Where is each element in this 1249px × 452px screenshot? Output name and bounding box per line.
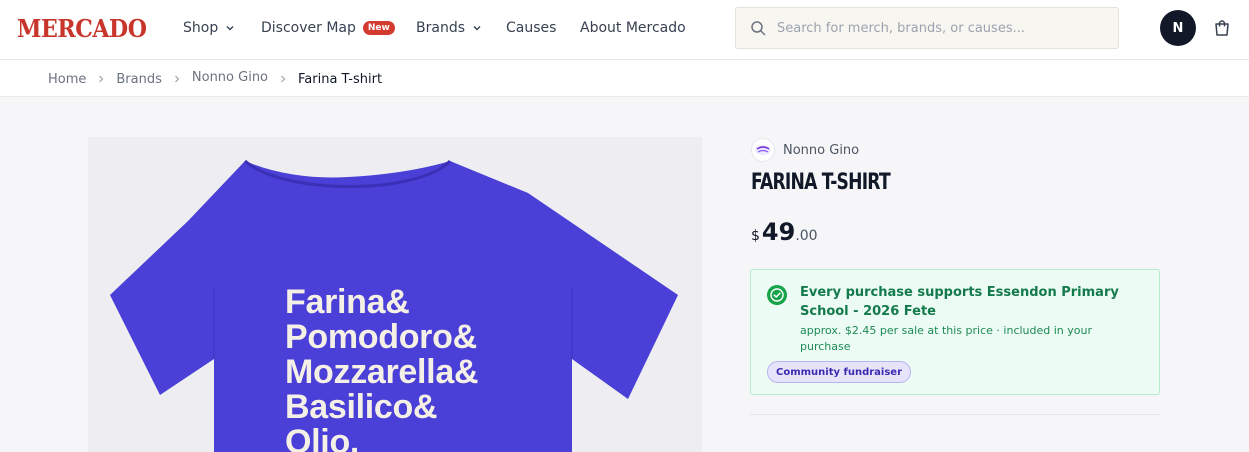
breadcrumb-current: Farina T-shirt xyxy=(298,71,383,87)
support-subtitle: approx. $2.45 per sale at this price · i… xyxy=(800,324,1093,353)
nav-brands-label: Brands xyxy=(416,20,465,36)
price-whole: 49 xyxy=(761,218,796,246)
brand-logo xyxy=(751,138,775,162)
chevron-right-icon xyxy=(174,75,180,83)
cause-support-card: Every purchase supports Essendon Primary… xyxy=(750,269,1160,395)
shirt-print-text: Farina& Pomodoro& Mozzarella& Basilico& … xyxy=(285,283,479,452)
search-box[interactable] xyxy=(735,7,1119,49)
fundraiser-badge: Community fundraiser xyxy=(767,361,912,383)
nav-discover-map-label: Discover Map xyxy=(261,20,356,36)
shirt-line: Pomodoro& xyxy=(285,318,477,356)
product-title: Farina T-shirt xyxy=(751,170,891,195)
nav-shop-label: Shop xyxy=(183,20,219,36)
breadcrumb-brands[interactable]: Brands xyxy=(116,72,162,87)
shirt-line: Farina& xyxy=(285,283,410,321)
product-price: $ 49 .00 xyxy=(751,218,818,246)
chevron-down-icon xyxy=(473,26,481,31)
breadcrumb: Home Brands Nonno Gino Farina T-shirt xyxy=(48,62,382,96)
brand-logo-icon xyxy=(755,145,771,155)
shirt-line: Olio. xyxy=(285,423,360,452)
nav-brands[interactable]: Brands xyxy=(416,20,482,36)
price-currency: $ xyxy=(751,228,760,244)
shopping-bag-icon[interactable] xyxy=(1212,18,1232,38)
nav-causes[interactable]: Causes xyxy=(506,20,556,36)
nav-causes-label: Causes xyxy=(506,20,557,36)
nav-discover-map[interactable]: Discover Map New xyxy=(261,20,395,36)
price-cents: .00 xyxy=(795,228,818,244)
search-icon xyxy=(751,21,766,36)
shirt-line: Basilico& xyxy=(285,388,438,426)
shirt-line: Mozzarella& xyxy=(285,353,479,391)
chevron-down-icon xyxy=(226,26,234,31)
search-input[interactable] xyxy=(777,20,1107,36)
chevron-right-icon xyxy=(99,75,104,83)
new-badge: New xyxy=(362,21,395,35)
product-image[interactable]: Farina& Pomodoro& Mozzarella& Basilico& … xyxy=(88,137,702,452)
section-divider xyxy=(750,414,1160,415)
chevron-right-icon xyxy=(281,75,286,83)
top-header: MERCADO Shop Discover Map New Brands Cau… xyxy=(0,0,1249,60)
brand-name: Nonno Gino xyxy=(783,142,860,158)
check-circle-icon xyxy=(767,285,787,305)
breadcrumb-home[interactable]: Home xyxy=(48,72,86,87)
user-avatar[interactable]: N xyxy=(1160,10,1196,46)
nav-shop[interactable]: Shop xyxy=(183,20,235,36)
breadcrumb-brand[interactable]: Nonno Gino xyxy=(192,70,268,85)
support-title: Every purchase supports Essendon Primary… xyxy=(800,285,1119,319)
nav-about-label: About Mercado xyxy=(580,20,686,36)
nav-about[interactable]: About Mercado xyxy=(580,20,686,36)
mercado-logo[interactable]: MERCADO xyxy=(17,14,147,43)
brand-link[interactable]: Nonno Gino xyxy=(751,138,859,162)
